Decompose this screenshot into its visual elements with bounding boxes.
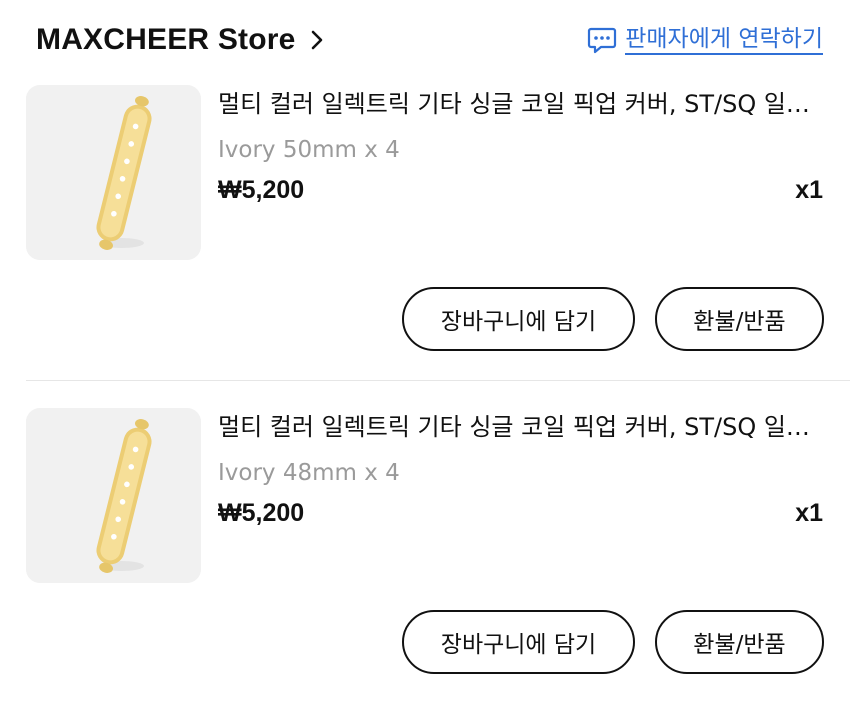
product-option: Ivory 48mm x 4 [218, 460, 400, 486]
add-to-cart-button[interactable]: 장바구니에 담기 [402, 610, 635, 674]
order-item: 멀티 컬러 일렉트릭 기타 싱글 코일 픽업 커버, ST/SQ 일렉트릭 기타… [0, 85, 850, 385]
chevron-right-icon [311, 30, 322, 50]
product-thumbnail[interactable] [26, 85, 201, 260]
product-title[interactable]: 멀티 컬러 일렉트릭 기타 싱글 코일 픽업 커버, ST/SQ 일렉트릭 기타 [218, 87, 824, 121]
item-divider [26, 380, 850, 381]
refund-return-button[interactable]: 환불/반품 [655, 287, 824, 351]
add-to-cart-button[interactable]: 장바구니에 담기 [402, 287, 635, 351]
product-title[interactable]: 멀티 컬러 일렉트릭 기타 싱글 코일 픽업 커버, ST/SQ 일렉트릭 기타 [218, 410, 824, 444]
store-name: MAXCHEER Store [36, 23, 296, 56]
product-price: ₩5,200 [218, 499, 305, 527]
pickup-cover-image [26, 408, 201, 583]
contact-seller-label: 판매자에게 연락하기 [625, 25, 823, 55]
chat-bubble-icon [588, 27, 617, 54]
contact-seller-link[interactable]: 판매자에게 연락하기 [587, 22, 823, 58]
product-quantity: x1 [795, 499, 823, 527]
store-link[interactable]: MAXCHEER Store [36, 20, 324, 60]
product-price: ₩5,200 [218, 176, 305, 204]
order-item: 멀티 컬러 일렉트릭 기타 싱글 코일 픽업 커버, ST/SQ 일렉트릭 기타… [0, 408, 850, 708]
refund-return-button[interactable]: 환불/반품 [655, 610, 824, 674]
store-header: MAXCHEER Store 판매자에게 연락하기 [0, 0, 850, 80]
product-option: Ivory 50mm x 4 [218, 137, 400, 163]
product-thumbnail[interactable] [26, 408, 201, 583]
pickup-cover-image [26, 85, 201, 260]
product-quantity: x1 [795, 176, 823, 204]
